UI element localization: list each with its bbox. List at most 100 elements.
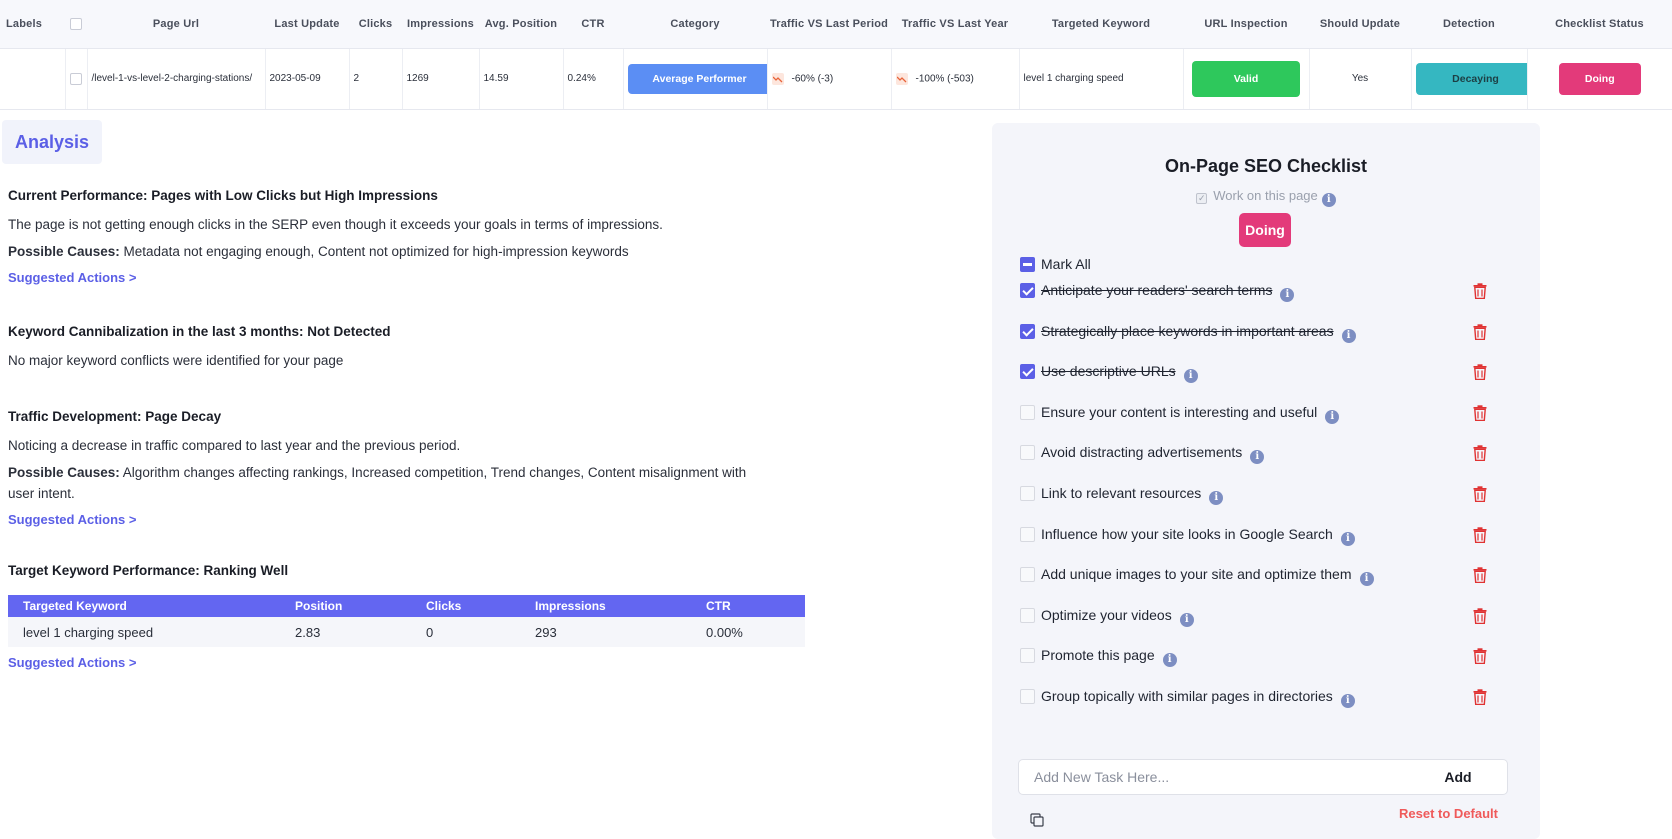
keyword-table-header: Targeted Keyword Position Clicks Impress… [8, 595, 805, 617]
col-ctr[interactable]: CTR [563, 0, 623, 49]
task-checkbox[interactable] [1020, 364, 1035, 380]
add-task-input[interactable] [1019, 760, 1419, 794]
reset-to-default-link[interactable]: Reset to Default [992, 806, 1498, 821]
col-select [65, 0, 87, 49]
info-icon[interactable]: i [1359, 572, 1374, 587]
cell-url-inspection: Valid [1183, 48, 1310, 110]
trash-icon[interactable] [1473, 445, 1487, 462]
checklist-status-badge[interactable]: Doing [1558, 62, 1641, 95]
task-checkbox[interactable] [1020, 486, 1035, 501]
trash-icon[interactable] [1473, 567, 1487, 584]
col-category[interactable]: Category [623, 0, 767, 49]
checklist-task[interactable]: Use descriptive URLs i [1020, 363, 1500, 384]
checklist-task[interactable]: Avoid distracting advertisements i [1020, 444, 1500, 465]
checklist-task[interactable]: Ensure your content is interesting and u… [1020, 404, 1500, 424]
section-title: Target Keyword Performance: Ranking Well [8, 563, 289, 578]
url-inspection-badge[interactable]: Valid [1192, 60, 1300, 97]
col-traffic-last-year[interactable]: Traffic VS Last Year [891, 0, 1019, 49]
task-label: Avoid distracting advertisements [1041, 444, 1243, 461]
checklist-task[interactable]: Strategically place keywords in importan… [1020, 323, 1500, 343]
checklist-task[interactable]: Anticipate your readers' search terms i [1020, 282, 1500, 302]
trash-icon[interactable] [1473, 526, 1487, 543]
info-icon[interactable]: i [1341, 328, 1356, 343]
trash-icon[interactable] [1473, 486, 1487, 502]
task-checkbox[interactable] [1020, 283, 1035, 298]
section-title: Current Performance: Pages with Low Clic… [8, 188, 438, 203]
info-icon[interactable]: i [1162, 653, 1177, 668]
task-checkbox[interactable] [1020, 689, 1035, 704]
trash-icon[interactable] [1473, 689, 1487, 705]
col-traffic-last-period[interactable]: Traffic VS Last Period [767, 0, 891, 49]
col-detection[interactable]: Detection [1411, 0, 1527, 49]
seo-checklist-panel: On-Page SEO Checklist ✓ Work on this page… [992, 123, 1540, 839]
checklist-task[interactable]: Influence how your site looks in Google … [1020, 526, 1500, 546]
info-icon[interactable]: i [1280, 288, 1295, 302]
suggested-actions-link[interactable]: Suggested Actions > [8, 512, 136, 527]
section-title: Traffic Development: Page Decay [8, 409, 222, 424]
task-checkbox[interactable] [1020, 526, 1035, 542]
checklist-task[interactable]: Promote this page i [1020, 647, 1500, 668]
cell-labels[interactable] [0, 48, 66, 110]
kw-col-impressions: Impressions [520, 595, 691, 617]
task-label: Strategically place keywords in importan… [1041, 322, 1334, 339]
mark-all-checkbox[interactable] [1020, 257, 1035, 272]
task-checkbox[interactable] [1020, 607, 1035, 623]
checklist-task[interactable]: Link to relevant resources i [1020, 485, 1500, 505]
col-page-url[interactable]: Page Url [87, 0, 265, 49]
trash-icon[interactable] [1473, 323, 1487, 340]
col-url-inspection[interactable]: URL Inspection [1183, 0, 1309, 49]
causes-label: Possible Causes: [8, 465, 120, 480]
trash-icon[interactable] [1473, 608, 1487, 624]
row-checkbox[interactable] [70, 72, 82, 85]
task-checkbox[interactable] [1020, 323, 1035, 339]
col-impressions[interactable]: Impressions [402, 0, 479, 49]
task-label: Link to relevant resources [1041, 485, 1202, 501]
cell-clicks: 2 [349, 48, 403, 110]
kw-cell-keyword: level 1 charging speed [8, 617, 280, 647]
trash-icon[interactable] [1473, 364, 1487, 381]
col-targeted-keyword[interactable]: Targeted Keyword [1019, 0, 1183, 49]
work-on-page-checkbox[interactable]: ✓ [1196, 193, 1208, 204]
info-icon[interactable]: i [1179, 612, 1194, 627]
task-label: Ensure your content is interesting and u… [1041, 403, 1318, 420]
table-row[interactable]: /level-1-vs-level-2-charging-stations/ 2… [0, 48, 1672, 110]
col-checklist-status[interactable]: Checklist Status [1527, 0, 1672, 49]
info-icon[interactable]: i [1340, 531, 1355, 546]
analysis-panel: Current Performance: Pages with Low Clic… [8, 188, 808, 672]
info-icon[interactable]: i [1183, 369, 1198, 384]
pages-table: Labels Page Url Last Update Clicks Impre… [0, 0, 1672, 110]
task-label: Anticipate your readers' search terms [1041, 282, 1273, 298]
task-checkbox[interactable] [1020, 648, 1035, 664]
category-badge[interactable]: Average Performer [627, 63, 766, 94]
detection-badge[interactable]: Decaying [1415, 62, 1526, 95]
task-checkbox[interactable] [1020, 445, 1035, 461]
suggested-actions-link[interactable]: Suggested Actions > [8, 270, 136, 285]
col-last-update[interactable]: Last Update [265, 0, 349, 49]
checklist-task[interactable]: Group topically with similar pages in di… [1020, 688, 1500, 708]
cell-page-url[interactable]: /level-1-vs-level-2-charging-stations/ [87, 48, 266, 110]
info-icon[interactable]: i [1321, 193, 1336, 207]
info-icon[interactable]: i [1325, 409, 1340, 424]
task-checkbox[interactable] [1020, 567, 1035, 583]
checklist-task[interactable]: Optimize your videos i [1020, 607, 1500, 627]
info-icon[interactable]: i [1340, 694, 1355, 708]
checklist-status-badge[interactable]: Doing [1239, 213, 1291, 247]
task-label: Influence how your site looks in Google … [1041, 525, 1333, 542]
add-task-button[interactable]: Add [1409, 760, 1507, 794]
select-all-checkbox[interactable] [70, 17, 82, 30]
trash-icon[interactable] [1473, 405, 1487, 421]
suggested-actions-link[interactable]: Suggested Actions > [8, 655, 136, 670]
task-checkbox[interactable] [1020, 404, 1035, 420]
checklist-task[interactable]: Add unique images to your site and optim… [1020, 566, 1500, 587]
info-icon[interactable]: i [1250, 450, 1265, 465]
info-icon[interactable]: i [1209, 491, 1224, 505]
col-clicks[interactable]: Clicks [349, 0, 402, 49]
col-avg-position[interactable]: Avg. Position [479, 0, 563, 49]
analysis-tab[interactable]: Analysis [2, 120, 102, 164]
trash-icon[interactable] [1473, 283, 1487, 299]
mark-all-row[interactable]: Mark All [1020, 256, 1091, 272]
trash-icon[interactable] [1473, 648, 1487, 665]
cell-select [65, 48, 88, 110]
col-should-update[interactable]: Should Update [1309, 0, 1411, 49]
